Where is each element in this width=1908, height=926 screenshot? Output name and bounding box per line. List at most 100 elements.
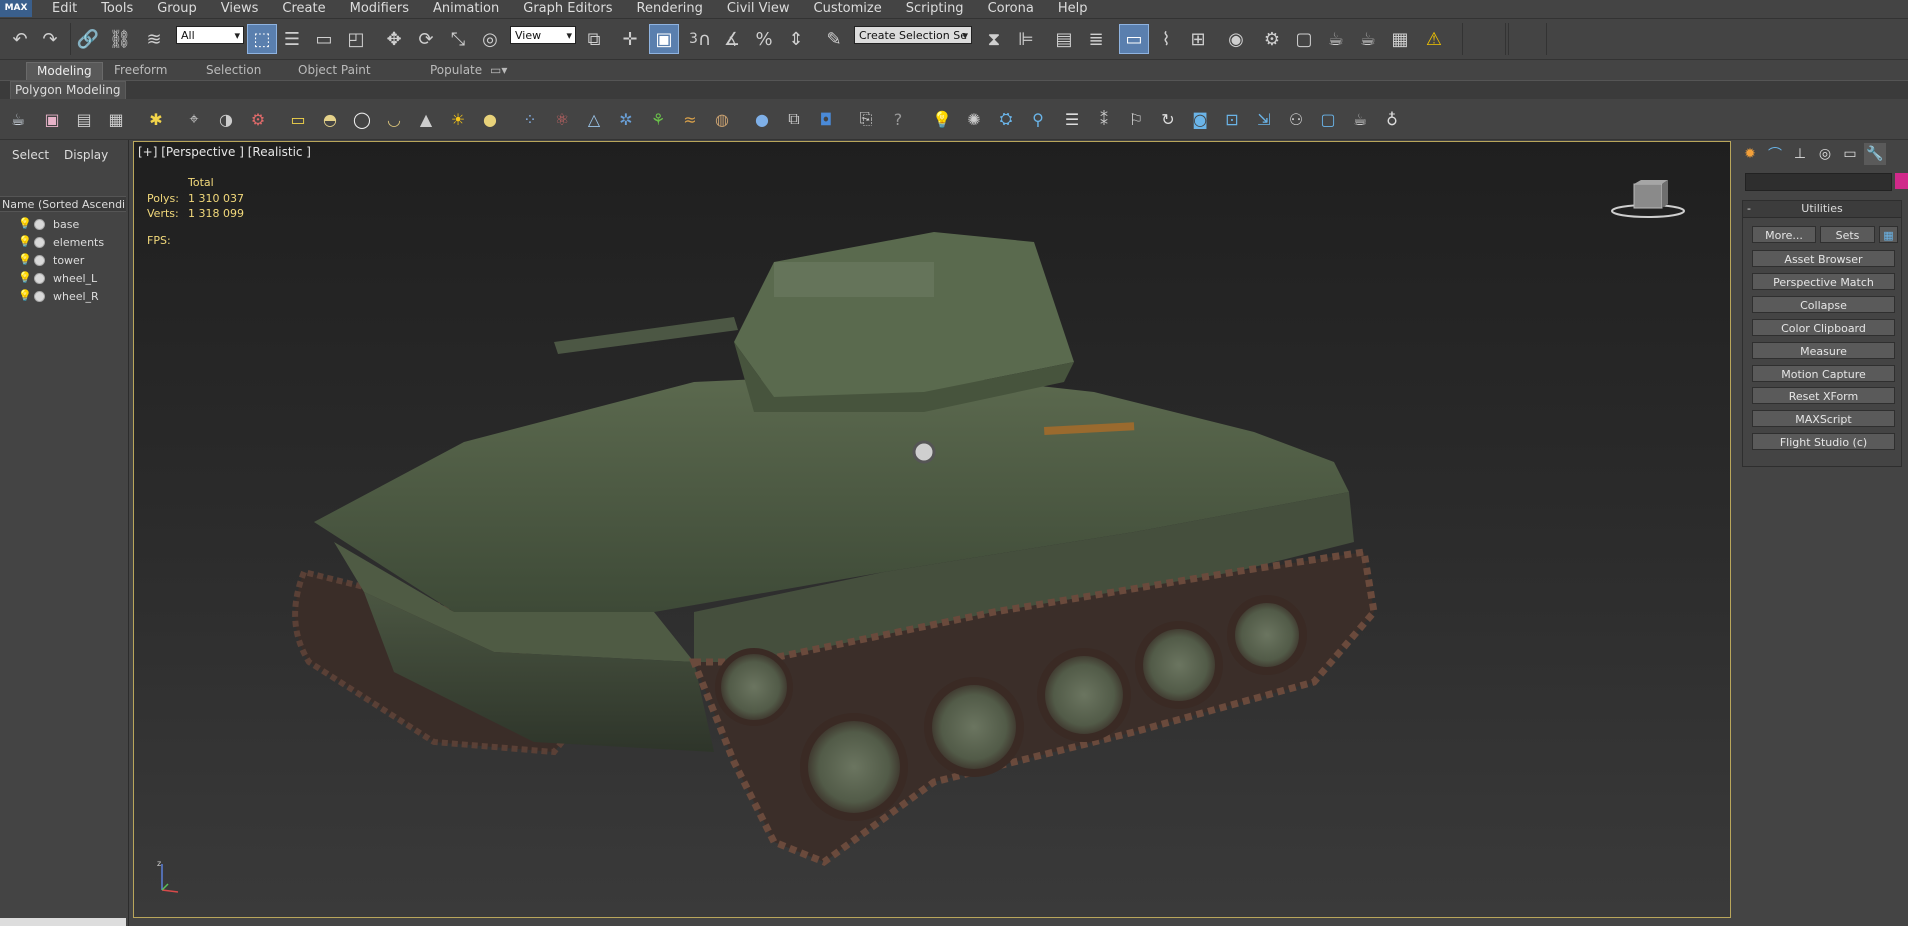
menu-customize[interactable]: Customize [802,0,894,18]
molecule-icon[interactable]: ⚛ [550,107,574,131]
undo-icon[interactable]: ↶ [6,25,34,53]
collapse-icon[interactable]: - [1747,201,1751,217]
sphere-half-icon[interactable]: ◑ [214,107,238,131]
bulb-outline-icon[interactable]: ♁ [1380,107,1404,131]
list-icon[interactable]: ☰ [1060,107,1084,131]
tab-selection[interactable]: Selection [196,62,271,79]
edit-named-selection-icon[interactable]: ✎ [820,25,848,53]
menu-corona[interactable]: Corona [976,0,1046,18]
cone-icon[interactable]: ▲ [414,107,438,131]
sunlight-icon[interactable]: ✺ [962,107,986,131]
menu-civil-view[interactable]: Civil View [715,0,802,18]
menu-group[interactable]: Group [145,0,209,18]
menu-scripting[interactable]: Scripting [894,0,976,18]
warning-icon[interactable]: ⚠ [1420,25,1448,53]
box-icon[interactable]: ▢ [1316,107,1340,131]
menu-graph-editors[interactable]: Graph Editors [511,0,624,18]
select-object-icon[interactable]: ⬚ [247,24,277,54]
explorer-scrollbar[interactable] [0,918,126,926]
people-icon[interactable]: ⚇ [1284,107,1308,131]
light-bulb-icon[interactable]: 💡 [18,254,32,266]
unlink-icon[interactable]: ⛓ [106,25,134,53]
refresh-icon[interactable]: ↻ [1156,107,1180,131]
camera-icon[interactable]: ⌖ [182,107,206,131]
schematic-view-icon[interactable]: ⊞ [1184,25,1212,53]
scatter-icon[interactable]: ⁘ [518,107,542,131]
pivot-center-icon[interactable]: ⧉ [580,25,608,53]
move-icon[interactable]: ✥ [380,25,408,53]
list-item[interactable]: 💡 wheel_L [0,270,126,287]
asset-browser-button[interactable]: Asset Browser [1752,250,1895,267]
pyramid-icon[interactable]: △ [582,107,606,131]
explorer-tab-display[interactable]: Display [64,148,108,162]
teapot-icon[interactable]: ☕ [6,107,30,131]
redo-icon[interactable]: ↷ [36,25,64,53]
more-button[interactable]: More... [1752,226,1816,243]
fur-icon[interactable]: ≈ [678,107,702,131]
menu-modifiers[interactable]: Modifiers [338,0,421,18]
rectangular-selection-icon[interactable]: ▭ [310,25,338,53]
snaps-toggle-icon[interactable]: 3 ∩ [686,25,714,53]
sets-button[interactable]: Sets [1820,226,1875,243]
keyboard-shortcut-override-icon[interactable]: ▣ [649,24,679,54]
select-manipulate-icon[interactable]: ✛ [616,25,644,53]
list-item[interactable]: 💡 tower [0,252,126,269]
object-name-field[interactable] [1745,173,1892,191]
layer-icon[interactable]: ◘ [814,107,838,131]
grass-icon[interactable]: ⚘ [646,107,670,131]
menu-tools[interactable]: Tools [89,0,145,18]
select-by-name-icon[interactable]: ☰ [278,25,306,53]
list-item[interactable]: 💡 base [0,216,126,233]
ribbon-toggle-icon[interactable]: ▭ [1119,24,1149,54]
film-icon[interactable]: ⚙ [246,107,270,131]
list-item[interactable]: 💡 elements [0,234,126,251]
light-bulb-icon[interactable]: 💡 [930,107,954,131]
menu-edit[interactable]: Edit [40,0,89,18]
align-icon[interactable]: ⊫ [1012,25,1040,53]
gear-icon[interactable]: ✲ [614,107,638,131]
shell-icon[interactable]: ◍ [710,107,734,131]
copy-icon[interactable]: ⎘ [854,107,878,131]
window-crossing-icon[interactable]: ◰ [342,25,370,53]
light-bulb-icon[interactable]: 💡 [18,236,32,248]
mirror-icon[interactable]: ⧗ [980,25,1008,53]
hierarchy-tab-icon[interactable]: ⊥ [1789,143,1811,165]
flight-studio-button[interactable]: Flight Studio (c) [1752,433,1895,450]
pot-icon[interactable]: ☕ [1348,107,1372,131]
spray-icon[interactable]: ⁑ [1092,107,1116,131]
menu-rendering[interactable]: Rendering [625,0,715,18]
app-logo[interactable]: MAX [0,0,32,17]
modify-tab-icon[interactable]: ⌒ [1764,143,1786,165]
create-tab-icon[interactable]: ✹ [1739,143,1761,165]
tab-object-paint[interactable]: Object Paint [288,62,381,79]
scene-explorer-toggle-icon[interactable]: ▤ [1050,25,1078,53]
region-icon[interactable]: ⊡ [1220,107,1244,131]
object-color-swatch[interactable] [1895,173,1908,189]
export-icon[interactable]: ⇲ [1252,107,1276,131]
spinner-snap-icon[interactable]: ⇕ [782,25,810,53]
rotate-icon[interactable]: ⟳ [412,25,440,53]
collapse-button[interactable]: Collapse [1752,296,1895,313]
lights-group-icon[interactable]: ⚲ [1026,107,1050,131]
orb-icon[interactable]: ● [478,107,502,131]
material-sphere-icon[interactable]: ● [750,107,774,131]
list-item[interactable]: 💡 wheel_R [0,288,126,305]
menu-create[interactable]: Create [270,0,337,18]
menu-views[interactable]: Views [209,0,271,18]
render-activeshade-icon[interactable]: ▦ [1386,25,1414,53]
reset-xform-button[interactable]: Reset XForm [1752,387,1895,404]
circle-light-icon[interactable]: ◯ [350,107,374,131]
curve-editor-icon[interactable]: ⌇ [1152,25,1180,53]
bowl-icon[interactable]: ◡ [382,107,406,131]
motion-tab-icon[interactable]: ◎ [1814,143,1836,165]
configure-sets-icon[interactable]: ▦ [1879,226,1898,243]
display-tab-icon[interactable]: ▭ [1839,143,1861,165]
motion-capture-button[interactable]: Motion Capture [1752,365,1895,382]
render-frame-icon[interactable]: ▣ [40,107,64,131]
link-icon[interactable]: 🔗 [74,25,102,53]
help-icon[interactable]: ? [886,107,910,131]
camera-rig-icon[interactable]: ⛭ [994,107,1018,131]
frame-buffer-icon[interactable]: ◙ [1188,107,1212,131]
dome-icon[interactable]: ◓ [318,107,342,131]
plane-icon[interactable]: ▭ [286,107,310,131]
